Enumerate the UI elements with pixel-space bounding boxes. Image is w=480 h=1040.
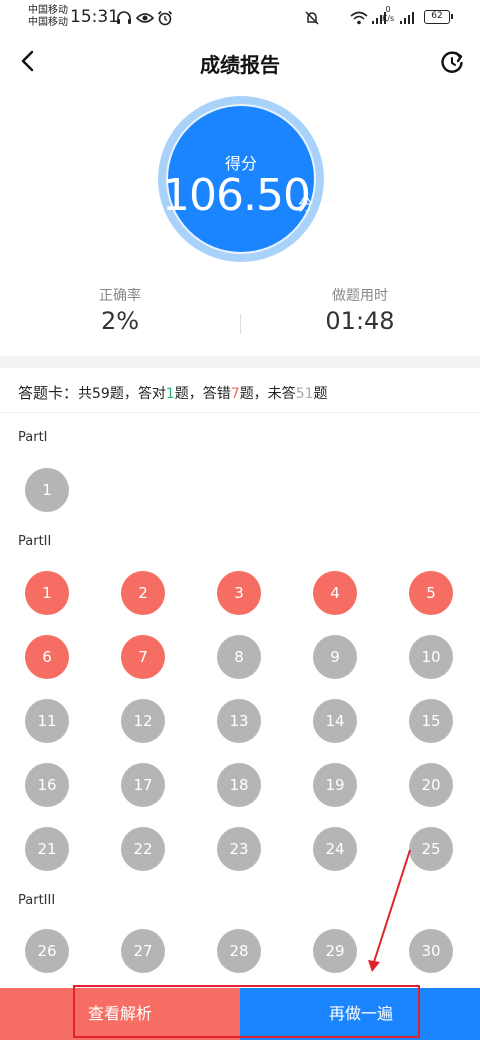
bottom-bar: 查看解析 再做一遍: [0, 988, 480, 1040]
refresh-icon[interactable]: [438, 48, 466, 76]
question-item[interactable]: 10: [409, 635, 453, 679]
alarm-icon: [157, 10, 173, 26]
signal-1-icon: [372, 12, 388, 24]
carrier-2: 中国移动: [28, 17, 68, 28]
summary-total: 共59题，答对: [78, 386, 166, 402]
question-item[interactable]: 8: [217, 635, 261, 679]
time-label: 做题用时: [332, 288, 388, 304]
question-item[interactable]: 29: [313, 929, 357, 973]
battery-indicator: 62: [424, 10, 453, 24]
question-item[interactable]: 21: [25, 827, 69, 871]
score-value: 106.50: [162, 170, 311, 221]
question-item[interactable]: 14: [313, 699, 357, 743]
score-unit: 分: [298, 196, 314, 214]
redo-label: 再做一遍: [329, 1004, 394, 1023]
headphones-icon: [117, 11, 131, 24]
mute-icon: [305, 11, 319, 25]
question-item[interactable]: 7: [121, 635, 165, 679]
question-item[interactable]: 24: [313, 827, 357, 871]
part-label: PartI: [18, 430, 48, 445]
part-label: PartII: [18, 534, 52, 549]
summary-mid1: 题，答错: [174, 386, 231, 402]
question-item[interactable]: 18: [217, 763, 261, 807]
question-item[interactable]: 6: [25, 635, 69, 679]
correct-count: 1: [165, 386, 175, 402]
accuracy-stat: 正确率 2%: [40, 285, 200, 335]
header: 成绩报告: [0, 36, 480, 88]
signal-2-icon: [400, 12, 416, 24]
question-item[interactable]: 4: [313, 571, 357, 615]
carrier-labels: 中国移动 中国移动: [28, 5, 68, 29]
question-item[interactable]: 11: [25, 699, 69, 743]
wifi-icon: [350, 11, 368, 25]
question-item[interactable]: 9: [313, 635, 357, 679]
page-title: 成绩报告: [200, 53, 280, 77]
question-item[interactable]: 12: [121, 699, 165, 743]
question-item[interactable]: 27: [121, 929, 165, 973]
accuracy-label: 正确率: [99, 288, 141, 304]
question-item[interactable]: 1: [25, 468, 69, 512]
summary-mid2: 题，未答: [239, 386, 296, 402]
question-item[interactable]: 30: [409, 929, 453, 973]
question-item[interactable]: 2: [121, 571, 165, 615]
stat-divider: [240, 314, 241, 334]
question-item[interactable]: 26: [25, 929, 69, 973]
answer-card-label: 答题卡：: [18, 384, 79, 402]
summary-end: 题: [313, 386, 328, 402]
view-analysis-button[interactable]: 查看解析: [0, 988, 240, 1040]
question-item[interactable]: 1: [25, 571, 69, 615]
question-item[interactable]: 23: [217, 827, 261, 871]
question-item[interactable]: 3: [217, 571, 261, 615]
question-item[interactable]: 5: [409, 571, 453, 615]
question-item[interactable]: 19: [313, 763, 357, 807]
question-item[interactable]: 25: [409, 827, 453, 871]
summary-divider: [0, 412, 480, 413]
status-time: 15:31: [70, 7, 119, 27]
question-item[interactable]: 22: [121, 827, 165, 871]
question-item[interactable]: 17: [121, 763, 165, 807]
time-value: 01:48: [325, 307, 395, 335]
question-item[interactable]: 16: [25, 763, 69, 807]
unanswered-count: 51: [295, 386, 314, 402]
question-item[interactable]: 20: [409, 763, 453, 807]
accuracy-value: 2%: [100, 307, 140, 335]
part-label: PartIII: [18, 893, 56, 908]
score-circle: 得分 106.50 分: [158, 96, 324, 262]
question-item[interactable]: 28: [217, 929, 261, 973]
answer-card-summary: 答题卡：共59题，答对1题，答错7题，未答51题: [18, 382, 328, 403]
wrong-count: 7: [230, 386, 240, 402]
status-bar: 中国移动 中国移动 15:31 0 K/s 62: [0, 0, 480, 36]
time-stat: 做题用时 01:48: [280, 285, 440, 335]
question-item[interactable]: 15: [409, 699, 453, 743]
eye-icon: [136, 13, 154, 23]
section-gap: [0, 356, 480, 368]
carrier-1: 中国移动: [28, 5, 68, 16]
redo-button[interactable]: 再做一遍: [240, 988, 480, 1040]
question-item[interactable]: 13: [217, 699, 261, 743]
view-analysis-label: 查看解析: [88, 1004, 153, 1023]
